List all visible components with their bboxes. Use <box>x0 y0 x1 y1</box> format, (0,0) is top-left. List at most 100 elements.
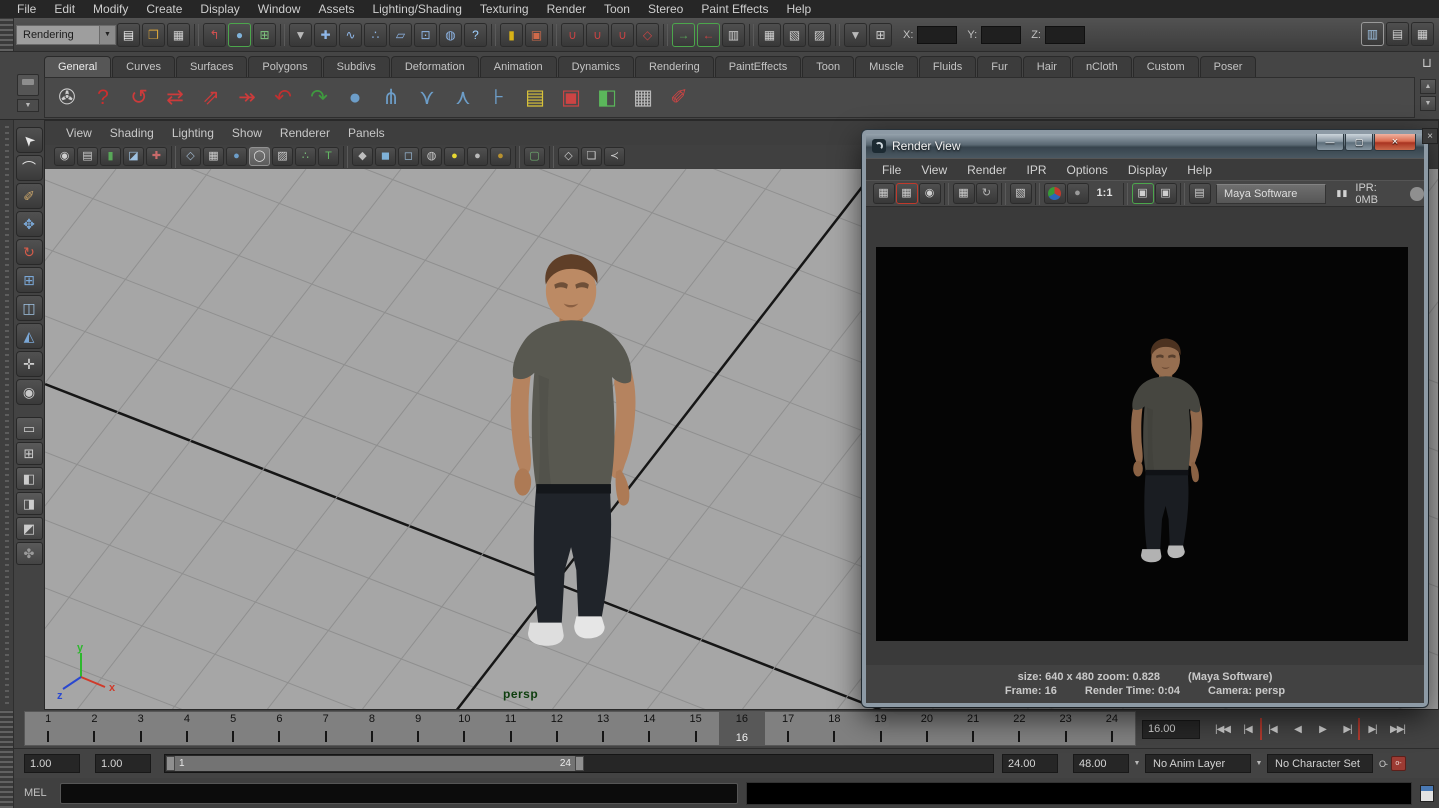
single-pane-layout-button[interactable]: ▭ <box>16 417 43 440</box>
trash-icon[interactable]: ⊔ <box>1422 55 1432 71</box>
timeline-frame-6[interactable]: 6 <box>256 712 302 745</box>
step-back-frame-button[interactable]: |◀ <box>1235 718 1260 740</box>
camera-track-icon[interactable]: ⇄ <box>158 80 192 115</box>
window-menu-item[interactable]: Window <box>249 0 310 18</box>
output-connections-icon[interactable]: ← <box>697 23 720 47</box>
timeline-frame-17[interactable]: 17 <box>765 712 811 745</box>
bookmark-icon[interactable]: ▮ <box>100 147 121 166</box>
view-menu-item[interactable]: View <box>911 161 957 179</box>
file-menu-item[interactable]: File <box>8 0 45 18</box>
timeline-frame-8[interactable]: 8 <box>349 712 395 745</box>
save-scene-icon[interactable]: ▦ <box>167 23 190 47</box>
z-coordinate-input[interactable] <box>1045 26 1085 44</box>
pause-ipr-icon[interactable]: ▮▮ <box>1337 188 1349 199</box>
display-menu-item[interactable]: Display <box>1118 161 1177 179</box>
render-current-frame-icon[interactable]: ▦ <box>758 23 781 47</box>
constrain-icon[interactable]: ◧ <box>590 80 624 115</box>
ik-spline-icon[interactable]: ⋏ <box>446 80 480 115</box>
view-menu-item[interactable]: View <box>57 124 101 142</box>
timeline-frame-11[interactable]: 11 <box>488 712 534 745</box>
tab-animation[interactable]: Animation <box>480 56 557 77</box>
tab-general[interactable]: General <box>44 56 111 77</box>
snap-view-icon[interactable]: ⊡ <box>414 23 437 47</box>
panel-close-icon[interactable]: × <box>1422 128 1438 144</box>
renderer-selector[interactable]: Maya Software <box>1216 184 1326 204</box>
persp-panels-layout-button[interactable]: ◨ <box>16 492 43 515</box>
timeline-frame-1[interactable]: 1 <box>25 712 71 745</box>
shading-menu-item[interactable]: Shading <box>101 124 163 142</box>
range-slider-drag-handle[interactable] <box>0 749 14 778</box>
select-hierarchy-icon[interactable]: ↰ <box>203 23 226 47</box>
isolate-select-icon[interactable]: ◇ <box>558 147 579 166</box>
chevron-down-icon[interactable]: ▼ <box>99 26 115 44</box>
character-set-dropdown-arrow[interactable]: ▼ <box>1251 760 1267 767</box>
timeline-frame-24[interactable]: 24 <box>1089 712 1135 745</box>
camera-fly-icon[interactable]: ↠ <box>230 80 264 115</box>
absolute-transform-icon[interactable]: ⊞ <box>869 23 892 47</box>
select-object-icon[interactable]: ● <box>228 23 251 47</box>
animation-start-field[interactable] <box>24 754 80 773</box>
range-slider-track[interactable]: 1 24 <box>164 754 994 773</box>
timeline-frame-2[interactable]: 2 <box>71 712 117 745</box>
renderer-menu-item[interactable]: Renderer <box>271 124 339 142</box>
film-reel-icon[interactable]: ✇ <box>50 80 84 115</box>
render-menu-item[interactable]: Render <box>957 161 1016 179</box>
question-mark-icon[interactable]: ? <box>86 80 120 115</box>
joint-size-icon[interactable]: ⊦ <box>482 80 516 115</box>
new-scene-icon[interactable]: ▤ <box>117 23 140 47</box>
timeline-frame-23[interactable]: 23 <box>1043 712 1089 745</box>
timeline-frame-4[interactable]: 4 <box>164 712 210 745</box>
xray-mode-icon[interactable]: ▨ <box>272 147 293 166</box>
tab-fur[interactable]: Fur <box>977 56 1022 77</box>
quick-help-icon[interactable]: ? <box>464 23 487 47</box>
snap-magnet-point-icon[interactable]: ∪ <box>611 23 634 47</box>
x-coordinate-input[interactable] <box>917 26 957 44</box>
tab-muscle[interactable]: Muscle <box>855 56 918 77</box>
scale-tool-button[interactable]: ⊞ <box>16 267 43 293</box>
textured-cube-icon[interactable]: ◼ <box>375 147 396 166</box>
texturing-menu-item[interactable]: Texturing <box>471 0 538 18</box>
paint-effects-menu-item[interactable]: Paint Effects <box>692 0 777 18</box>
persp-graph-layout-button[interactable]: ◩ <box>16 517 43 540</box>
lock-icon[interactable]: ▮ <box>500 23 523 47</box>
minimize-button[interactable]: — <box>1316 134 1344 151</box>
tab-polygons[interactable]: Polygons <box>248 56 321 77</box>
tab-dynamics[interactable]: Dynamics <box>558 56 634 77</box>
display-menu-item[interactable]: Display <box>191 0 248 18</box>
timeline-frame-3[interactable]: 3 <box>118 712 164 745</box>
file-menu-item[interactable]: File <box>872 161 911 179</box>
rgb-channels-icon[interactable] <box>1044 183 1066 204</box>
light-gold-icon[interactable]: ● <box>490 147 511 166</box>
playback-start-field[interactable] <box>95 754 151 773</box>
range-start-handle[interactable] <box>166 756 175 771</box>
vertex-mode-icon[interactable]: ∴ <box>295 147 316 166</box>
range-end-handle[interactable] <box>575 756 584 771</box>
transparent-cube-icon[interactable]: ◻ <box>398 147 419 166</box>
go-to-start-button[interactable]: |◀◀ <box>1210 718 1235 740</box>
tab-poser[interactable]: Poser <box>1200 56 1257 77</box>
camera-attributes-icon[interactable]: ▤ <box>77 147 98 166</box>
universal-manipulator-button[interactable]: ◫ <box>16 295 43 321</box>
show-tool-settings-icon[interactable]: ▤ <box>1386 22 1409 46</box>
timeline-frame-18[interactable]: 18 <box>811 712 857 745</box>
rendered-image[interactable] <box>876 247 1408 641</box>
persp-outliner-layout-button[interactable]: ◧ <box>16 467 43 490</box>
ipr-menu-item[interactable]: IPR <box>1017 161 1057 179</box>
lighting-shading-menu-item[interactable]: Lighting/Shading <box>363 0 470 18</box>
open-scene-icon[interactable]: ❒ <box>142 23 165 47</box>
hypergraph-icon[interactable]: ▤ <box>518 80 552 115</box>
range-slider-bar[interactable]: 1 24 <box>166 756 584 771</box>
sphere-icon[interactable]: ● <box>338 80 372 115</box>
ipr-render-icon[interactable]: ▦ <box>953 183 975 204</box>
select-region-icon[interactable]: ▢ <box>524 147 545 166</box>
multi-pane-share-icon[interactable]: ≺ <box>604 147 625 166</box>
timeline-frame-22[interactable]: 22 <box>996 712 1042 745</box>
show-menu-item[interactable]: Show <box>223 124 271 142</box>
region-render-icon[interactable]: ▧ <box>1010 183 1032 204</box>
timeline-frame-19[interactable]: 19 <box>858 712 904 745</box>
construction-history-icon[interactable]: ▥ <box>722 23 745 47</box>
tab-surfaces[interactable]: Surfaces <box>176 56 247 77</box>
soft-modification-tool-button[interactable]: ◭ <box>16 323 43 349</box>
command-line-input[interactable] <box>60 783 738 804</box>
tab-subdivs[interactable]: Subdivs <box>323 56 390 77</box>
